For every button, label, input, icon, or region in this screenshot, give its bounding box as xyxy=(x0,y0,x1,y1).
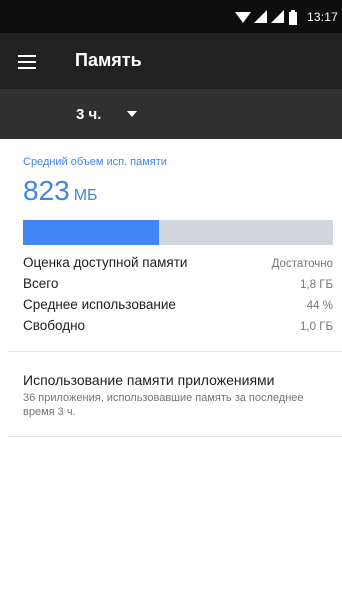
memory-usage-bar xyxy=(23,220,333,245)
avg-memory-unit: МБ xyxy=(73,187,98,204)
status-icons: 13:17 xyxy=(234,7,338,27)
stat-value: 1,8 ГБ xyxy=(300,279,333,291)
stat-row-average-usage: Среднее использование 44 % xyxy=(23,297,333,318)
wifi-icon xyxy=(234,12,251,23)
signal-icon xyxy=(270,10,284,23)
status-time: 13:17 xyxy=(306,10,338,24)
stat-row-total: Всего 1,8 ГБ xyxy=(23,276,333,297)
signal-icon xyxy=(253,10,267,23)
stat-label: Всего xyxy=(23,276,59,291)
stat-row-availability: Оценка доступной памяти Достаточно xyxy=(23,255,333,276)
section-divider xyxy=(8,436,342,437)
memory-usage-bar-fill xyxy=(23,220,160,245)
app-memory-usage-item[interactable]: Использование памяти приложениями 36 при… xyxy=(0,352,342,436)
stat-label: Оценка доступной памяти xyxy=(23,255,188,270)
dropdown-arrow-icon xyxy=(127,111,138,117)
stat-label: Среднее использование xyxy=(23,297,176,312)
period-bar: 3 ч. xyxy=(0,89,342,139)
app-memory-usage-title: Использование памяти приложениями xyxy=(23,372,275,388)
stat-value: 1,0 ГБ xyxy=(300,321,333,333)
period-dropdown[interactable]: 3 ч. xyxy=(76,102,138,126)
avg-memory-value: 823 МБ xyxy=(23,175,98,207)
stat-value: 44 % xyxy=(306,300,333,312)
menu-icon xyxy=(18,55,36,69)
memory-stats: Оценка доступной памяти Достаточно Всего… xyxy=(23,255,333,339)
battery-icon xyxy=(288,9,297,25)
status-bar: 13:17 xyxy=(0,0,342,33)
avg-memory-label: Средний объем исп. памяти xyxy=(23,156,167,168)
app-bar: Память xyxy=(0,33,342,89)
stat-value: Достаточно xyxy=(271,258,333,270)
period-selected-value: 3 ч. xyxy=(76,105,102,123)
page-title: Память xyxy=(75,50,142,70)
avg-memory-number: 823 xyxy=(23,175,70,206)
menu-button[interactable] xyxy=(18,49,48,75)
stat-row-free: Свободно 1,0 ГБ xyxy=(23,318,333,339)
app-memory-usage-description: 36 приложения, использовавшие память за … xyxy=(23,392,304,418)
stat-label: Свободно xyxy=(23,318,86,333)
